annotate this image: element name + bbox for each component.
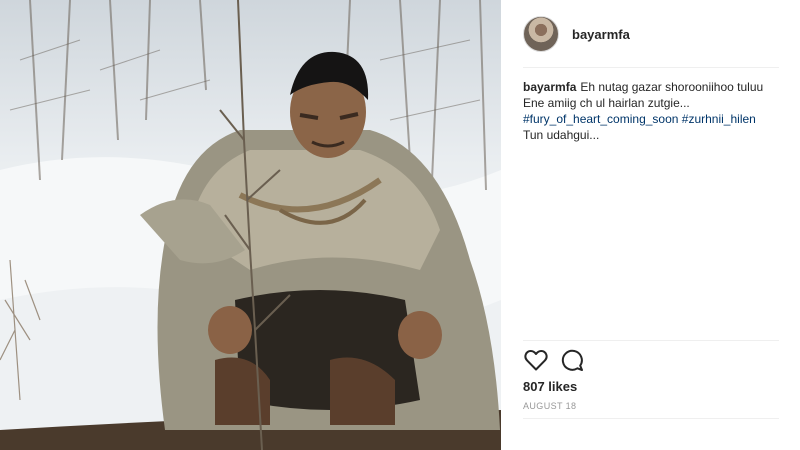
- hashtag-link[interactable]: #fury_of_heart_coming_soon: [523, 112, 678, 126]
- avatar[interactable]: [523, 16, 559, 52]
- post-actions: [523, 347, 595, 373]
- post-photo[interactable]: [0, 0, 501, 450]
- like-count[interactable]: 807 likes: [523, 379, 577, 394]
- post-caption: bayarmfa Eh nutag gazar shorooniihoo tulu…: [523, 79, 781, 143]
- caption-line-1: Eh nutag gazar shorooniihoo tuluu: [580, 80, 764, 94]
- like-button[interactable]: [523, 347, 549, 373]
- post-header: bayarmfa: [523, 14, 779, 54]
- caption-line-3: Tun udahgui...: [523, 128, 600, 142]
- heart-icon: [524, 350, 548, 371]
- header-username[interactable]: bayarmfa: [572, 27, 630, 42]
- caption-username[interactable]: bayarmfa: [523, 80, 576, 94]
- actions-divider: [523, 340, 779, 341]
- hashtag-link[interactable]: #zurhnii_hilen: [682, 112, 756, 126]
- post-date: AUGUST 18: [523, 401, 577, 411]
- caption-line-2: Ene amiig ch ul hairlan zutgie...: [523, 96, 690, 110]
- comment-icon: [561, 349, 583, 371]
- comment-button[interactable]: [559, 347, 585, 373]
- post-sidebar: bayarmfa bayarmfa Eh nutag gazar shorooni…: [501, 0, 800, 450]
- comment-divider: [523, 418, 779, 419]
- photo-image: [0, 0, 501, 450]
- header-divider: [523, 67, 779, 68]
